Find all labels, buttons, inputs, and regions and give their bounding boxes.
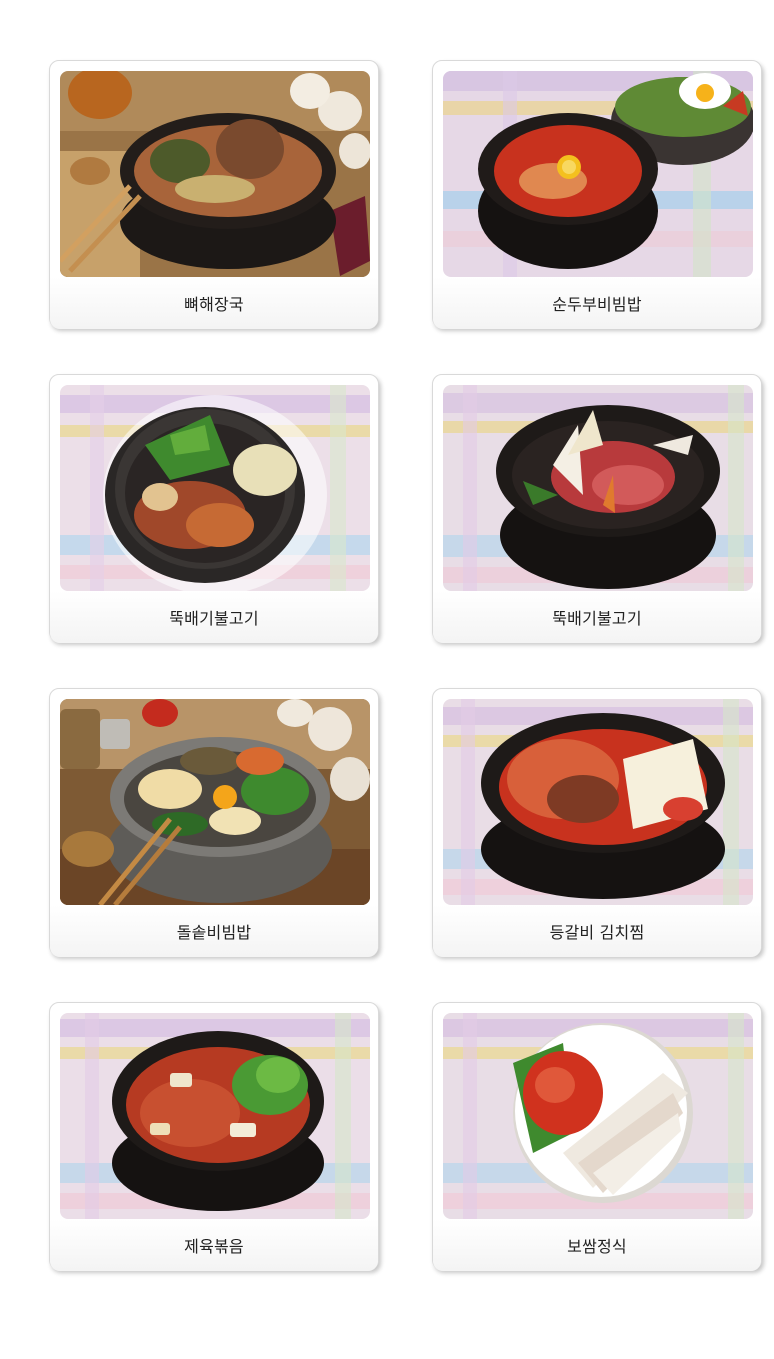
menu-item-name: 돌솥비빔밥 (50, 905, 378, 957)
menu-item-name: 순두부비빔밥 (433, 277, 761, 329)
menu-card-earthen-pot-bulgogi-2[interactable]: 뚝배기불고기 (432, 374, 762, 643)
pork-rib-kimchi-stew-photo (443, 699, 753, 905)
stone-pot-bibimbap-photo (60, 699, 370, 905)
bone-soup-photo (60, 71, 370, 277)
soft-tofu-stew-bibimbap-photo (443, 71, 753, 277)
menu-card-stone-pot-bibimbap[interactable]: 돌솥비빔밥 (49, 688, 379, 957)
menu-card-bone-soup[interactable]: 뼈해장국 (49, 60, 379, 329)
menu-card-pork-rib-kimchi-stew[interactable]: 등갈비 김치찜 (432, 688, 762, 957)
menu-card-earthen-pot-bulgogi-1[interactable]: 뚝배기불고기 (49, 374, 379, 643)
spicy-pork-stir-fry-photo (60, 1013, 370, 1219)
menu-card-bossam-set[interactable]: 보쌈정식 (432, 1002, 762, 1271)
menu-item-name: 보쌈정식 (433, 1219, 761, 1271)
menu-item-name: 뚝배기불고기 (50, 591, 378, 643)
menu-item-name: 뼈해장국 (50, 277, 378, 329)
menu-card-spicy-pork-stir-fry[interactable]: 제육볶음 (49, 1002, 379, 1271)
menu-item-name: 뚝배기불고기 (433, 591, 761, 643)
menu-card-soft-tofu-bibimbap[interactable]: 순두부비빔밥 (432, 60, 762, 329)
menu-item-name: 등갈비 김치찜 (433, 905, 761, 957)
earthen-pot-bulgogi-photo (443, 385, 753, 591)
earthen-pot-bibimbap-photo (60, 385, 370, 591)
bossam-set-photo (443, 1013, 753, 1219)
menu-item-name: 제육볶음 (50, 1219, 378, 1271)
